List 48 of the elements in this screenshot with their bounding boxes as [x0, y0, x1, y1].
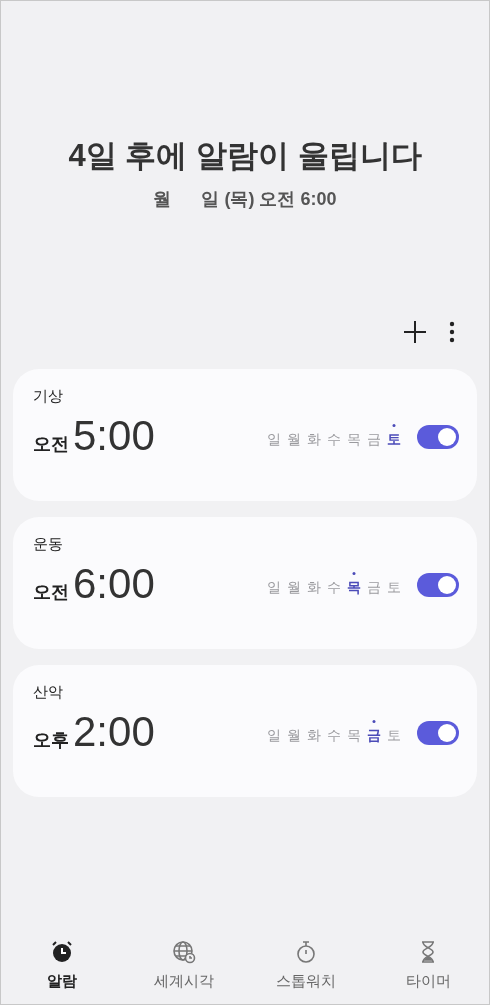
more-options-icon[interactable] [449, 320, 455, 343]
alarm-date-text: 일 (목) 오전 6:00 [201, 187, 337, 211]
weekday-label: 수 [327, 726, 341, 745]
weekday-label: 화 [307, 726, 321, 745]
alarm-time: 6:00 [73, 563, 155, 605]
toggle-switch[interactable] [417, 572, 459, 597]
stopwatch-icon [294, 939, 318, 964]
weekday-label: 월 [287, 726, 301, 745]
toggle-switch[interactable] [417, 720, 459, 745]
weekday-label: 수 [327, 430, 341, 449]
weekday-label: 일 [267, 726, 281, 745]
alarm-period: 오후 [33, 729, 69, 752]
weekday-label: 토 [387, 578, 401, 597]
weekday-label: 월 [287, 578, 301, 597]
alarm-headline: 4일 후에 알람이 울립니다 [68, 137, 422, 175]
weekday-label: 수 [327, 578, 341, 597]
nav-tab[interactable]: 세계시각 [123, 939, 245, 992]
alarm-label: 산악 [33, 681, 64, 702]
alarm-card[interactable]: 기상 오전 5:00 일 월 화 수 목 금 토 [13, 368, 477, 501]
weekday-label: 목 [347, 726, 361, 745]
weekday-label: 월 [287, 430, 301, 449]
weekday-label: 목 [347, 430, 361, 449]
alarm-label: 운동 [33, 533, 64, 554]
alarm-date-text: 월 [153, 187, 172, 211]
alarm-card[interactable]: 산악 오후 2:00 일 월 화 수 목 금 토 [13, 664, 477, 797]
alarm-clock-icon [50, 939, 74, 964]
nav-tab[interactable]: 알람 [1, 939, 123, 992]
weekday-label: 일 [267, 430, 281, 449]
weekday-label: 토 [387, 726, 401, 745]
alarm-card[interactable]: 운동 오전 6:00 일 월 화 수 목 금 토 [13, 516, 477, 649]
weekday-label: 토 [387, 423, 401, 450]
weekday-label: 목 [347, 571, 361, 598]
weekday-label: 일 [267, 578, 281, 597]
globe-clock-icon [172, 939, 196, 964]
alarm-time: 2:00 [73, 711, 155, 753]
toggle-switch[interactable] [417, 424, 459, 449]
alarm-period: 오전 [33, 433, 69, 456]
add-icon[interactable] [403, 319, 427, 344]
weekday-label: 금 [367, 719, 381, 746]
nav-tab[interactable]: 타이머 [367, 939, 489, 992]
weekday-label: 금 [367, 430, 381, 449]
nav-tab[interactable]: 스톱워치 [245, 939, 367, 992]
alarm-period: 오전 [33, 581, 69, 604]
alarm-time: 5:00 [73, 415, 155, 457]
weekday-label: 화 [307, 578, 321, 597]
alarm-label: 기상 [33, 385, 64, 406]
weekday-label: 화 [307, 430, 321, 449]
weekday-label: 금 [367, 578, 381, 597]
